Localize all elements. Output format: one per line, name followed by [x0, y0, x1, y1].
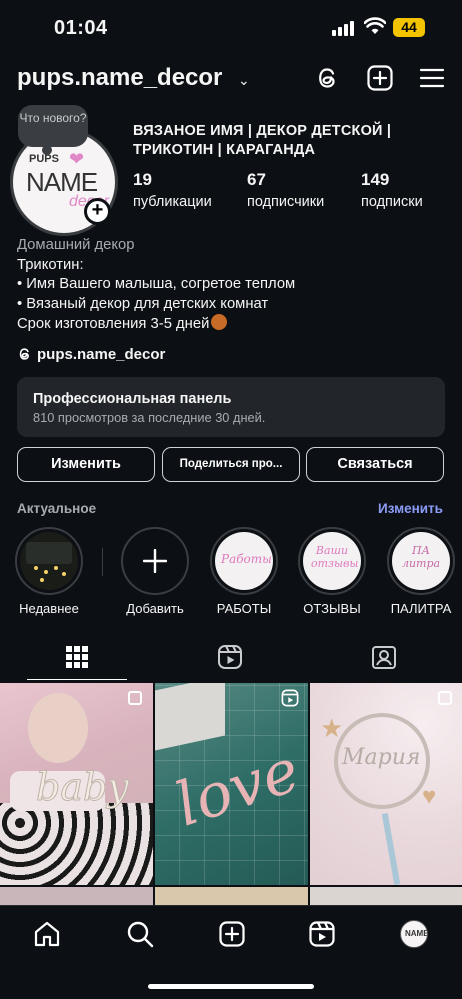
- cover-text: Работы: [221, 552, 272, 566]
- create-icon[interactable]: [218, 920, 246, 948]
- stat-value: 149: [361, 170, 390, 189]
- pro-panel-title: Профессиональная панель: [33, 391, 232, 407]
- menu-icon[interactable]: [418, 64, 446, 92]
- highlight-cover: Работы: [210, 527, 278, 595]
- highlights-edit-link[interactable]: Изменить: [378, 501, 443, 516]
- reels-icon: [281, 689, 299, 707]
- bio-line: Трикотин:: [17, 256, 84, 273]
- post-caption: baby: [36, 765, 130, 810]
- reels-icon: [218, 645, 242, 669]
- yarn-ball-emoji-icon: [211, 314, 228, 330]
- bio-line: • Имя Вашего малыша, согретое теплом: [17, 276, 296, 292]
- highlight-palette[interactable]: ПА литра ПАЛИТРА: [386, 527, 456, 616]
- highlight-cover-image: ПА литра: [392, 532, 450, 590]
- chevron-down-icon[interactable]: ⌄: [238, 72, 250, 89]
- username-switcher[interactable]: pups.name_decor: [17, 64, 222, 92]
- highlights-divider: [102, 548, 103, 576]
- highlight-recent[interactable]: Недавнее: [14, 527, 84, 616]
- wooden-star-icon: ★: [320, 713, 344, 743]
- tagged-icon: [372, 646, 396, 669]
- search-icon[interactable]: [126, 920, 154, 948]
- share-profile-button[interactable]: Поделиться про...: [162, 447, 300, 482]
- post-thumbnail-6[interactable]: [310, 887, 462, 907]
- bio-line: • Вязаный декор для детских комнат: [17, 295, 269, 312]
- grid-icon: [66, 646, 88, 668]
- battery-indicator: 44: [393, 18, 425, 37]
- home-icon[interactable]: [33, 920, 61, 948]
- threads-profile-link[interactable]: pups.name_decor: [17, 346, 165, 363]
- tab-posts-grid[interactable]: [0, 640, 154, 680]
- threads-handle: pups.name_decor: [37, 346, 166, 363]
- cellular-signal-icon: [332, 20, 358, 36]
- highlight-label: РАБОТЫ: [216, 601, 272, 616]
- highlight-cover-image: Ваши отзывы: [303, 532, 361, 590]
- wooden-heart-icon: ♥: [422, 783, 437, 810]
- highlight-cover: Ваши отзывы: [298, 527, 366, 595]
- post-thumbnail-1[interactable]: baby: [0, 683, 153, 885]
- stat-label: публикации: [133, 194, 212, 210]
- highlight-label: Добавить: [126, 601, 184, 616]
- status-time: 01:04: [54, 17, 108, 39]
- highlight-works[interactable]: Работы РАБОТЫ: [209, 527, 279, 616]
- status-bar: 01:04 44: [0, 0, 462, 56]
- contact-button[interactable]: Связаться: [306, 447, 444, 482]
- plus-icon: [143, 549, 167, 573]
- bio-line: Срок изготовления 3-5 дней: [17, 316, 210, 332]
- pro-panel-subtitle: 810 просмотров за последние 30 дней.: [33, 410, 266, 425]
- post-thumbnail-4[interactable]: [0, 887, 153, 907]
- highlight-cover-image: Работы: [215, 532, 273, 590]
- post-thumbnail-5[interactable]: [155, 887, 308, 907]
- note-bubble[interactable]: Что нового?: [18, 105, 88, 155]
- stat-followers[interactable]: 67 подписчики: [247, 170, 324, 210]
- stat-label: подписки: [361, 194, 423, 210]
- stat-label: подписчики: [247, 194, 325, 210]
- post-thumbnail-2[interactable]: love: [155, 683, 308, 885]
- stat-following[interactable]: 149 подписки: [361, 170, 423, 210]
- tab-tagged[interactable]: [308, 640, 462, 680]
- cover-text: ПА литра: [401, 544, 441, 570]
- highlight-cover: [15, 527, 83, 595]
- highlight-label: ОТЗЫВЫ: [303, 601, 361, 616]
- highlight-cover-image: [20, 532, 78, 590]
- threads-icon[interactable]: [314, 64, 342, 92]
- carousel-icon: [438, 691, 452, 705]
- edit-profile-button[interactable]: Изменить: [17, 447, 155, 482]
- highlight-label: ПАЛИТРА: [390, 601, 452, 616]
- highlight-add[interactable]: Добавить: [120, 527, 190, 616]
- mini-avatar-logo: NAME: [405, 929, 428, 938]
- threads-icon: [19, 348, 29, 360]
- highlight-cover: ПА литра: [387, 527, 455, 595]
- profile-display-name: ВЯЗАНОЕ ИМЯ | ДЕКОР ДЕТСКОЙ | ТРИКОТИН |…: [133, 123, 392, 158]
- avatar-logo-pups: PUPS: [29, 153, 59, 165]
- stat-posts[interactable]: 19 публикации: [133, 170, 212, 210]
- cover-text: Ваши отзывы: [311, 544, 359, 570]
- highlight-reviews[interactable]: Ваши отзывы ОТЗЫВЫ: [297, 527, 367, 616]
- stat-value: 19: [133, 170, 152, 189]
- professional-dashboard[interactable]: Профессиональная панель 810 просмотров з…: [17, 377, 445, 437]
- highlights-heading: Актуальное: [17, 501, 97, 516]
- profile-bio: Домашний декор Трикотин: • Имя Вашего ма…: [17, 236, 447, 335]
- post-caption: Мария: [342, 745, 421, 770]
- post-thumbnail-3[interactable]: Мария ★ ♥: [310, 683, 462, 885]
- content-tabs: [0, 640, 462, 680]
- carousel-icon: [128, 691, 142, 705]
- stat-value: 67: [247, 170, 266, 189]
- add-post-icon[interactable]: [366, 64, 394, 92]
- highlight-label: Недавнее: [19, 601, 79, 616]
- reels-icon[interactable]: [308, 920, 336, 948]
- profile-header: pups.name_decor ⌄: [0, 60, 462, 100]
- tab-reels[interactable]: [154, 640, 308, 680]
- bio-line-last: Срок изготовления 3-5 дней: [17, 314, 447, 335]
- add-story-plus-icon[interactable]: +: [84, 198, 111, 225]
- wifi-icon: [364, 17, 386, 34]
- bio-category: Домашний декор: [17, 237, 135, 253]
- add-highlight-circle: [121, 527, 189, 595]
- profile-avatar-tab[interactable]: NAME: [400, 920, 428, 948]
- home-indicator: [148, 984, 314, 989]
